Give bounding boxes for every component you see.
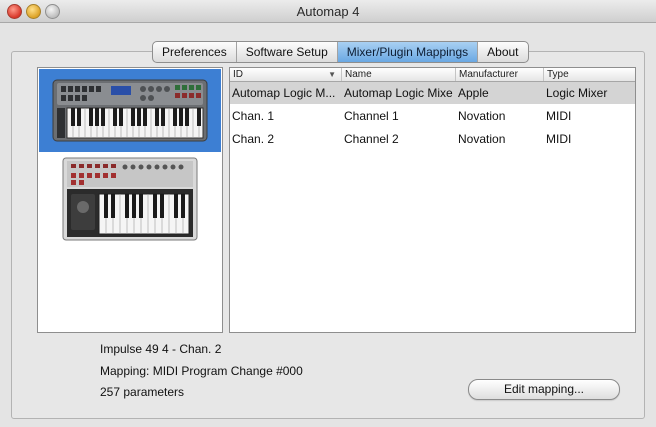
keyboard-controller-icon — [39, 69, 221, 152]
device-item-impulse[interactable] — [39, 69, 221, 152]
title-bar[interactable]: Automap 4 — [0, 0, 656, 23]
column-header-manufacturer[interactable]: Manufacturer — [456, 68, 544, 81]
mappings-table[interactable]: ID ▼ Name Manufacturer Type Automap Logi… — [229, 67, 636, 333]
cell-type: Logic Mixer — [546, 86, 608, 100]
cell-manufacturer: Novation — [458, 109, 506, 123]
cell-manufacturer: Novation — [458, 132, 506, 146]
table-header: ID ▼ Name Manufacturer Type — [230, 68, 635, 82]
column-header-name[interactable]: Name — [342, 68, 456, 81]
device-item-remote[interactable] — [39, 154, 221, 242]
parameter-count-text: 257 parameters — [100, 385, 185, 399]
edit-mapping-button[interactable]: Edit mapping... — [468, 379, 620, 400]
table-row[interactable]: Chan. 2 Channel 2 Novation MIDI — [230, 128, 635, 150]
cell-name: Channel 1 — [344, 109, 399, 123]
window-title: Automap 4 — [296, 4, 360, 19]
cell-type: MIDI — [546, 109, 572, 123]
column-header-id[interactable]: ID ▼ — [230, 68, 342, 81]
tab-mixer-plugin-mappings[interactable]: Mixer/Plugin Mappings — [337, 42, 479, 62]
device-list[interactable] — [37, 67, 223, 333]
cell-manufacturer: Apple — [458, 86, 489, 100]
column-header-type[interactable]: Type — [544, 68, 635, 81]
main-window: Automap 4 Preferences Software Setup Mix… — [0, 0, 656, 427]
device-info-text: Impulse 49 4 - Chan. 2 — [100, 342, 222, 356]
cell-id: Chan. 1 — [232, 109, 275, 123]
cell-name: Automap Logic Mixe — [344, 86, 453, 100]
keyboard-controller-with-trackball-icon — [62, 157, 198, 241]
tab-about[interactable]: About — [478, 42, 527, 62]
cell-id: Chan. 2 — [232, 132, 275, 146]
table-row[interactable]: Chan. 1 Channel 1 Novation MIDI — [230, 105, 635, 127]
column-header-label: ID — [233, 69, 243, 80]
sort-descending-icon: ▼ — [328, 70, 336, 79]
tab-preferences[interactable]: Preferences — [153, 42, 237, 62]
cell-type: MIDI — [546, 132, 572, 146]
tab-bar: Preferences Software Setup Mixer/Plugin … — [152, 41, 529, 63]
cell-name: Channel 2 — [344, 132, 399, 146]
cell-id: Automap Logic M... — [232, 86, 336, 100]
mapping-info-text: Mapping: MIDI Program Change #000 — [100, 364, 303, 378]
table-row[interactable]: Automap Logic M... Automap Logic Mixe Ap… — [230, 82, 635, 104]
tab-software-setup[interactable]: Software Setup — [237, 42, 338, 62]
